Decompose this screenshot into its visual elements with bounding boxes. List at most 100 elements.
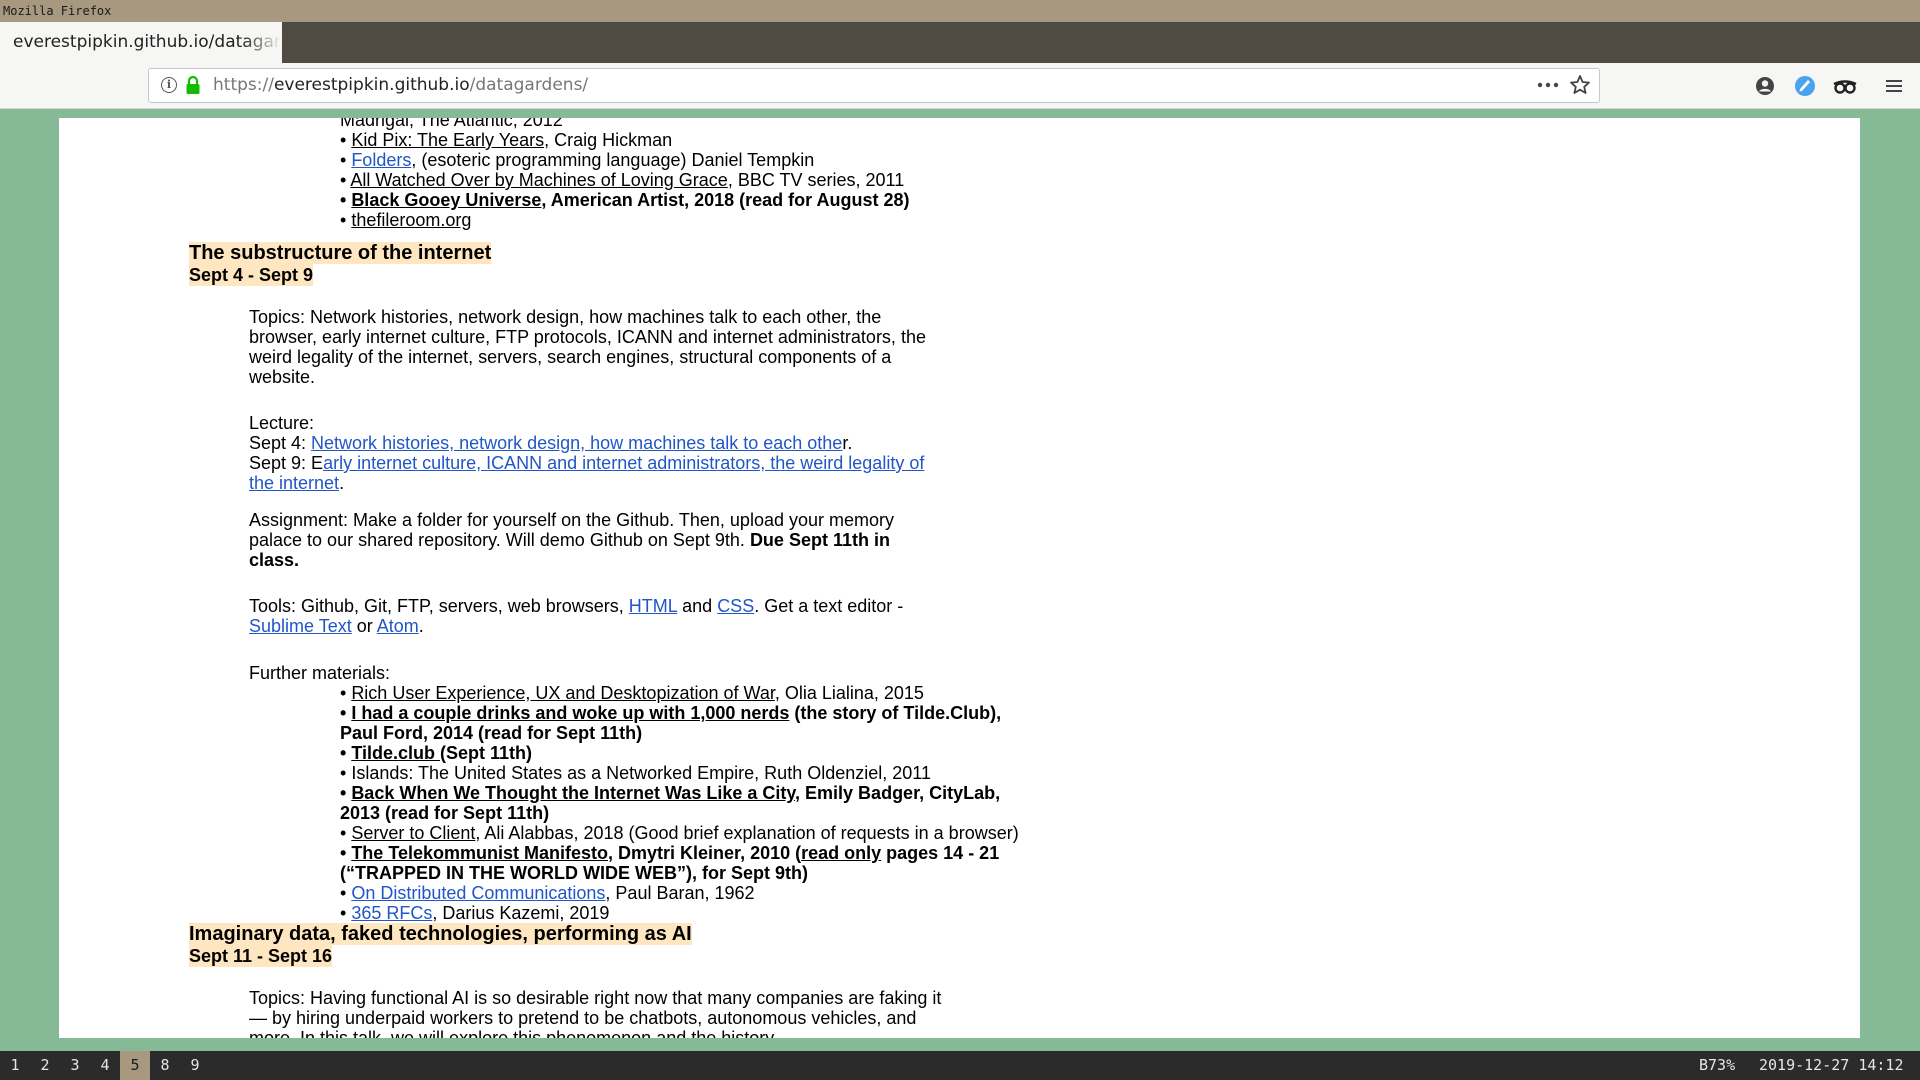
lecture-date: Sept 4: bbox=[249, 433, 312, 453]
list-item: • All Watched Over by Machines of Loving… bbox=[340, 170, 1010, 190]
further-materials-label: Further materials: bbox=[249, 663, 949, 683]
assignment-text: Assignment: Make a folder for yourself o… bbox=[249, 510, 944, 570]
html-link[interactable]: HTML bbox=[629, 596, 677, 616]
bullet: • bbox=[340, 190, 352, 210]
list-item: Madrigal, The Atlantic, 2012 bbox=[340, 118, 1010, 130]
bullet: • bbox=[340, 883, 352, 903]
bullet: • bbox=[340, 763, 352, 783]
workspace-4[interactable]: 4 bbox=[90, 1051, 120, 1080]
tools-intro: Tools: Github, Git, FTP, servers, web br… bbox=[249, 596, 629, 616]
lock-icon[interactable] bbox=[185, 75, 201, 95]
material-details: , Olia Lialina, 2015 bbox=[774, 683, 924, 703]
extension-icon[interactable] bbox=[1794, 75, 1816, 97]
bullet: • bbox=[340, 903, 352, 923]
material-link[interactable]: Back When We Thought the Internet Was Li… bbox=[351, 783, 795, 803]
material-link[interactable]: The Telekommunist Manifesto bbox=[351, 843, 608, 863]
workspace-5[interactable]: 5 bbox=[120, 1051, 150, 1080]
list-item: • Server to Client, Ali Alabbas, 2018 (G… bbox=[340, 823, 1020, 843]
url-host: everestpipkin.github.io bbox=[273, 75, 470, 95]
tools-or: or bbox=[351, 616, 377, 636]
material-link[interactable]: Black Gooey Universe bbox=[351, 190, 541, 210]
topics-paragraph: Topics: Network histories, network desig… bbox=[249, 307, 954, 387]
material-link[interactable]: 365 RFCs bbox=[351, 903, 432, 923]
hamburger-menu-icon[interactable] bbox=[1883, 75, 1905, 97]
bullet: • bbox=[340, 210, 352, 230]
bullet: • bbox=[340, 703, 352, 723]
lecture-link-1[interactable]: Network histories, network design, how m… bbox=[311, 433, 842, 453]
bullet: • bbox=[340, 130, 352, 150]
list-item: • I had a couple drinks and woke up with… bbox=[340, 703, 1020, 743]
battery-indicator: B73% bbox=[1699, 1056, 1736, 1074]
material-link[interactable]: read only bbox=[801, 843, 881, 863]
list-item: • Back When We Thought the Internet Was … bbox=[340, 783, 1020, 823]
bullet: • bbox=[340, 170, 351, 190]
list-item: • Kid Pix: The Early Years, Craig Hickma… bbox=[340, 130, 1010, 150]
star-icon[interactable] bbox=[1569, 74, 1591, 96]
bullet: • bbox=[340, 150, 352, 170]
lecture-link-2[interactable]: arly internet culture, ICANN and interne… bbox=[249, 453, 924, 493]
browser-tab-active[interactable]: everestpipkin.github.io/datagardens/ bbox=[0, 22, 282, 63]
material-link[interactable]: All Watched Over by Machines of Loving G… bbox=[350, 170, 728, 190]
bullet: • bbox=[340, 823, 352, 843]
material-link[interactable]: Kid Pix: The Early Years, bbox=[351, 130, 549, 150]
material-link[interactable]: Tilde.club bbox=[351, 743, 440, 763]
lecture-line-2: Sept 9: Early internet culture, ICANN an… bbox=[249, 453, 949, 493]
material-details: , American Artist, 2018 (read for August… bbox=[541, 190, 910, 210]
tools-and: and bbox=[677, 596, 718, 616]
info-icon[interactable]: i bbox=[161, 77, 177, 93]
workspace-1[interactable]: 1 bbox=[0, 1051, 30, 1080]
lecture-label: Lecture: bbox=[249, 413, 315, 433]
tab-title: everestpipkin.github.io/datagardens/ bbox=[13, 32, 282, 52]
section-dates: Sept 11 - Sept 16 bbox=[189, 945, 333, 967]
mask-icon[interactable] bbox=[1832, 75, 1858, 97]
account-icon[interactable] bbox=[1754, 75, 1776, 97]
list-item: • The Telekommunist Manifesto, Dmytri Kl… bbox=[340, 843, 1020, 883]
material-link[interactable]: On Distributed Communications bbox=[351, 883, 605, 903]
material-link[interactable]: thefileroom.org bbox=[351, 210, 471, 230]
page-viewport: Madrigal, The Atlantic, 2012 • Kid Pix: T… bbox=[59, 118, 1860, 1038]
navigation-bar: i https://everestpipkin.github.io/dataga… bbox=[0, 63, 1920, 109]
bullet: • bbox=[340, 743, 352, 763]
further-label-text: Further materials: bbox=[249, 663, 391, 683]
url-path: /datagardens/ bbox=[469, 75, 589, 95]
lecture-line-1: Sept 4: Network histories, network desig… bbox=[249, 433, 949, 453]
workspace-3[interactable]: 3 bbox=[60, 1051, 90, 1080]
material-link[interactable]: Server to Client bbox=[351, 823, 475, 843]
topics-paragraph: Topics: Having functional AI is so desir… bbox=[249, 988, 954, 1038]
list-item: • Islands: The United States as a Networ… bbox=[340, 763, 1020, 783]
css-link[interactable]: CSS bbox=[717, 596, 754, 616]
material-details: , Paul Baran, 1962 bbox=[605, 883, 755, 903]
material-details: , (esoteric programming language) Daniel… bbox=[411, 150, 815, 170]
material-link[interactable]: Folders bbox=[351, 150, 411, 170]
topics-text: Topics: Network histories, network desig… bbox=[249, 307, 926, 387]
list-item: • On Distributed Communications, Paul Ba… bbox=[340, 883, 1020, 903]
material-link[interactable]: I had a couple drinks and woke up with 1… bbox=[351, 703, 789, 723]
lecture-suffix: r. bbox=[842, 433, 853, 453]
workspace-8[interactable]: 8 bbox=[150, 1051, 180, 1080]
lecture-suffix: . bbox=[339, 473, 345, 493]
tab-strip: everestpipkin.github.io/datagardens/ bbox=[0, 22, 1920, 63]
list-item: • 365 RFCs, Darius Kazemi, 2019 bbox=[340, 903, 1020, 923]
further-materials-list: • Rich User Experience, UX and Desktopiz… bbox=[340, 683, 1020, 923]
clock: 2019-12-27 14:12 bbox=[1759, 1056, 1904, 1074]
atom-link[interactable]: Atom bbox=[377, 616, 419, 636]
sublime-text-link[interactable]: Sublime Text bbox=[249, 616, 352, 636]
more-icon[interactable] bbox=[1535, 75, 1561, 95]
material-link[interactable]: Rich User Experience, UX and Desktopizat… bbox=[351, 683, 775, 703]
material-details: , Darius Kazemi, 2019 bbox=[432, 903, 610, 923]
tools-block: Tools: Github, Git, FTP, servers, web br… bbox=[249, 596, 944, 636]
url-text[interactable]: https://everestpipkin.github.io/datagard… bbox=[213, 69, 588, 102]
material-details: , Ali Alabbas, 2018 (Good brief explanat… bbox=[475, 823, 1019, 843]
topics-text: Topics: Having functional AI is so desir… bbox=[249, 988, 942, 1038]
tools-editor: . Get a text editor - bbox=[754, 596, 904, 616]
url-scheme: https:// bbox=[213, 75, 274, 95]
tools-end: . bbox=[418, 616, 424, 636]
workspace-9[interactable]: 9 bbox=[180, 1051, 210, 1080]
url-bar[interactable]: i https://everestpipkin.github.io/dataga… bbox=[148, 68, 1600, 103]
lecture-block: Lecture: Sept 4: Network histories, netw… bbox=[249, 413, 949, 493]
workspace-2[interactable]: 2 bbox=[30, 1051, 60, 1080]
section-header: The substructure of the internet Sept 4 … bbox=[189, 242, 492, 286]
window-title: Mozilla Firefox bbox=[0, 0, 1920, 22]
bullet: • bbox=[340, 843, 352, 863]
section-title: Imaginary data, faked technologies, perf… bbox=[189, 923, 692, 945]
